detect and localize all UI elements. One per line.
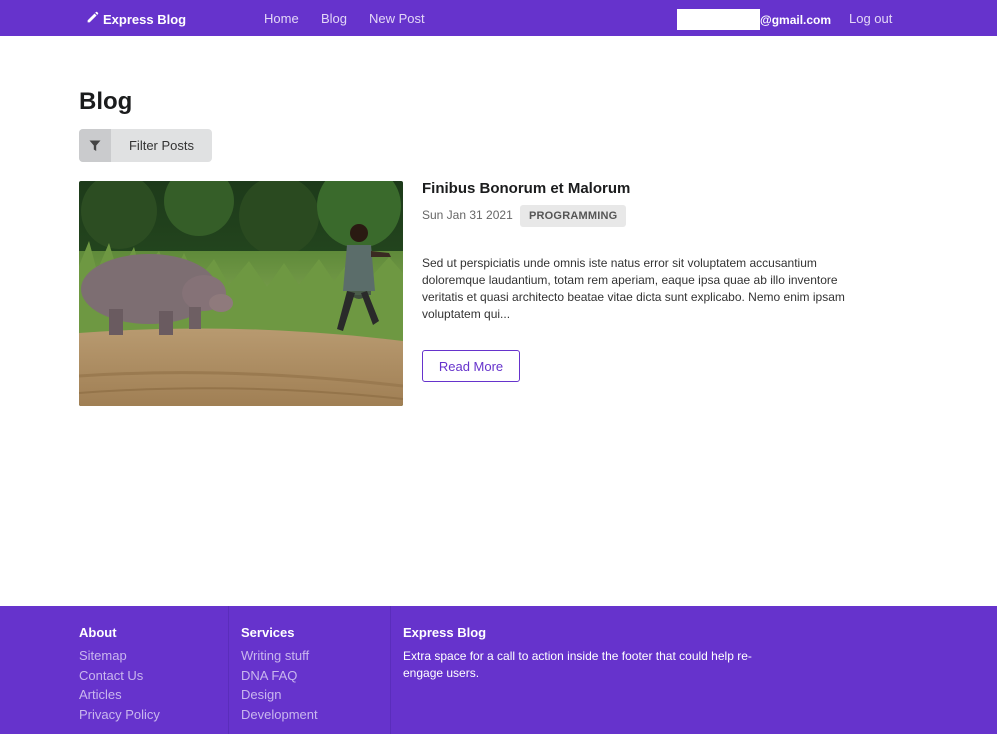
nav-blog-link[interactable]: Blog — [321, 11, 347, 26]
nav-new-post-link[interactable]: New Post — [369, 11, 425, 26]
brand-link[interactable]: Express Blog — [86, 11, 186, 27]
post-title[interactable]: Finibus Bonorum et Malorum — [422, 180, 630, 197]
pencil-icon — [86, 11, 99, 27]
footer-link-articles[interactable]: Articles — [79, 685, 160, 705]
footer-divider — [390, 606, 391, 734]
footer-brand-title: Express Blog — [403, 625, 487, 640]
post-tag-badge: PROGRAMMING — [520, 205, 627, 227]
footer-about-list: Sitemap Contact Us Articles Privacy Poli… — [79, 646, 160, 725]
filter-posts-button[interactable]: Filter Posts — [79, 129, 212, 162]
footer-link-design[interactable]: Design — [241, 685, 318, 705]
user-email: @gmail.com — [677, 9, 831, 30]
post-thumbnail[interactable] — [79, 181, 403, 406]
post-date: Sun Jan 31 2021 — [422, 208, 513, 222]
top-navbar: Express Blog Home Blog New Post @gmail.c… — [0, 0, 997, 36]
logout-link[interactable]: Log out — [849, 11, 892, 26]
footer-link-dna-faq[interactable]: DNA FAQ — [241, 666, 318, 686]
footer-services-title: Services — [241, 625, 295, 640]
footer-about-title: About — [79, 625, 117, 640]
footer: About Sitemap Contact Us Articles Privac… — [0, 606, 997, 734]
footer-link-privacy-policy[interactable]: Privacy Policy — [79, 705, 160, 725]
email-domain: @gmail.com — [760, 12, 832, 27]
read-more-button[interactable]: Read More — [422, 350, 520, 382]
footer-link-sitemap[interactable]: Sitemap — [79, 646, 160, 666]
footer-brand-text: Extra space for a call to action inside … — [403, 649, 752, 680]
footer-link-development[interactable]: Development — [241, 705, 318, 725]
post-excerpt: Sed ut perspiciatis unde omnis iste natu… — [422, 256, 845, 321]
nav-home-link[interactable]: Home — [264, 11, 299, 26]
filter-posts-label: Filter Posts — [128, 138, 194, 153]
footer-link-writing-stuff[interactable]: Writing stuff — [241, 646, 318, 666]
footer-link-contact-us[interactable]: Contact Us — [79, 666, 160, 686]
footer-services-list: Writing stuff DNA FAQ Design Development — [241, 646, 318, 725]
email-redaction — [677, 9, 760, 30]
footer-divider — [228, 606, 229, 734]
page-title: Blog — [79, 88, 133, 115]
filter-icon — [79, 129, 111, 162]
brand-label: Express Blog — [103, 11, 187, 27]
